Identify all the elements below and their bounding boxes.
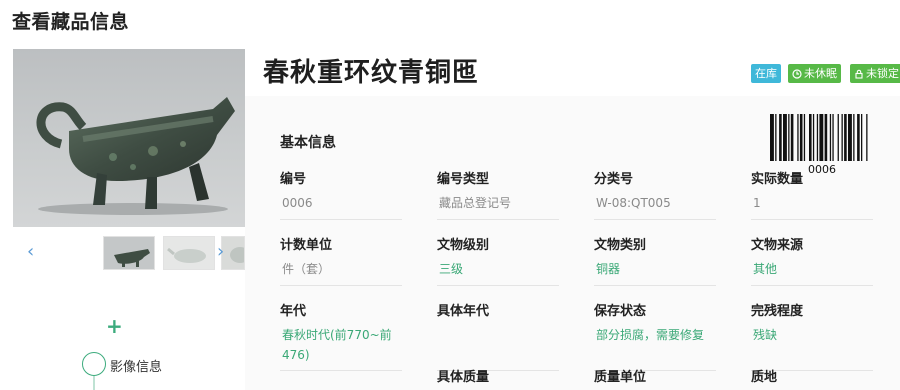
timeline-connector bbox=[93, 376, 95, 390]
field-divider bbox=[437, 219, 559, 220]
page-title: 查看藏品信息 bbox=[12, 11, 130, 33]
prev-arrow-icon[interactable]: ‹ bbox=[27, 242, 34, 262]
field-value: 铜器 bbox=[596, 262, 621, 276]
field-value: 藏品总登记号 bbox=[439, 196, 512, 210]
status-badge-lock-label: 未锁定 bbox=[866, 67, 899, 80]
field-label: 年代 bbox=[280, 304, 307, 319]
field-label: 编号类型 bbox=[437, 172, 490, 187]
barcode-number: 0006 bbox=[808, 163, 836, 176]
status-badge-lock: 未锁定 bbox=[850, 64, 900, 83]
thumbnail-1[interactable] bbox=[103, 236, 155, 270]
add-button[interactable]: + bbox=[106, 314, 123, 338]
field-divider bbox=[594, 219, 716, 220]
field-label: 质地 bbox=[751, 370, 778, 385]
thumbnail-3[interactable] bbox=[221, 236, 245, 270]
timeline-label-imaging[interactable]: 影像信息 bbox=[110, 356, 162, 375]
thumbnail-strip: ‹ › bbox=[13, 236, 245, 270]
field-value: W-08:QT005 bbox=[596, 196, 671, 210]
field-label: 具体年代 bbox=[437, 304, 490, 319]
field-label: 编号 bbox=[280, 172, 307, 187]
field-label: 计数单位 bbox=[280, 238, 333, 253]
field-divider bbox=[594, 285, 716, 286]
field-value: 部分损腐，需要修复 bbox=[596, 328, 705, 342]
field-divider bbox=[280, 219, 402, 220]
field-value: 1 bbox=[753, 196, 761, 210]
lock-icon bbox=[855, 69, 863, 79]
field-divider bbox=[437, 285, 559, 286]
main-artifact-photo[interactable] bbox=[13, 49, 245, 227]
field-value: 0006 bbox=[282, 196, 313, 210]
field-label: 保存状态 bbox=[594, 304, 647, 319]
thumbnail-2[interactable] bbox=[163, 236, 215, 270]
next-arrow-icon[interactable]: › bbox=[217, 242, 224, 262]
field-label: 文物来源 bbox=[751, 238, 804, 253]
clock-icon bbox=[792, 69, 802, 79]
field-divider bbox=[751, 285, 873, 286]
field-divider bbox=[280, 285, 402, 286]
field-value: 春秋时代(前770~前476) bbox=[282, 328, 392, 362]
field-value: 件（套） bbox=[282, 262, 331, 276]
barcode-icon bbox=[770, 114, 868, 161]
field-label: 具体质量 bbox=[437, 370, 490, 385]
field-value: 三级 bbox=[439, 262, 464, 276]
field-label: 文物级别 bbox=[437, 238, 490, 253]
timeline-node-icon bbox=[82, 352, 106, 376]
field-divider bbox=[280, 370, 402, 371]
field-label: 实际数量 bbox=[751, 172, 804, 187]
field-value: 残缺 bbox=[753, 328, 778, 342]
field-divider bbox=[751, 219, 873, 220]
status-badge-in-stock: 在库 bbox=[751, 64, 781, 83]
field-label: 完残程度 bbox=[751, 304, 804, 319]
bronze-vessel-image bbox=[36, 97, 235, 215]
section-title-basic-info: 基本信息 bbox=[280, 135, 336, 151]
field-label: 文物类别 bbox=[594, 238, 647, 253]
field-label: 分类号 bbox=[594, 172, 634, 187]
status-badge-hibernate: 未休眠 bbox=[788, 64, 841, 83]
status-badge-hibernate-label: 未休眠 bbox=[804, 67, 837, 80]
artifact-title: 春秋重环纹青铜匜 bbox=[263, 58, 480, 88]
field-label: 质量单位 bbox=[594, 370, 647, 385]
field-value: 其他 bbox=[753, 262, 778, 276]
